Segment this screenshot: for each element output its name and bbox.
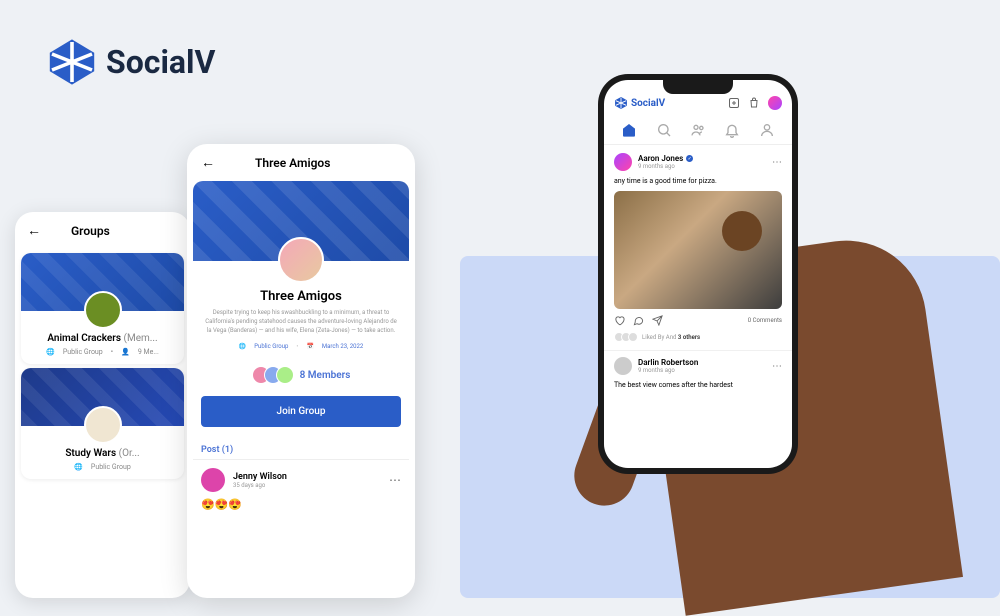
avatar[interactable] [614,153,632,171]
post-image[interactable] [614,191,782,309]
avatar[interactable] [614,357,632,375]
avatar[interactable] [201,468,225,492]
home-icon[interactable] [621,122,637,138]
post-author[interactable]: Aaron Jones [638,154,683,163]
group-description: Despite trying to keep his swashbuckling… [187,304,415,339]
screen-title: Groups [71,224,110,238]
back-icon[interactable]: ← [201,154,215,171]
feed-screen: SocialV A [598,74,798,474]
calendar-icon: 📅 [306,343,313,350]
post-author[interactable]: Darlin Robertson [638,358,698,367]
group-card[interactable]: Study Wars (Or... 🌐 Public Group [21,368,184,479]
avatar[interactable] [768,96,782,110]
member-avatars [252,366,294,384]
group-avatar [84,406,122,444]
group-name: Three Amigos [187,289,415,304]
back-icon[interactable]: ← [27,222,41,239]
reactions[interactable]: 😍😍😍 [201,492,401,517]
join-group-button[interactable]: Join Group [201,396,401,427]
more-icon[interactable]: ⋯ [772,361,782,372]
globe-icon: 🌐 [46,348,55,356]
screen-title: Three Amigos [255,156,330,170]
likes-row[interactable]: Liked By And 3 others [614,332,782,342]
heart-icon[interactable] [614,315,625,326]
send-icon[interactable] [652,315,663,326]
groups-screen: ← Groups Animal Crackers (Mem... 🌐 Publi… [15,212,190,598]
post-text: any time is a good time for pizza. [614,171,782,191]
post-time: 9 months ago [638,163,693,170]
bag-icon[interactable] [748,97,760,109]
more-icon[interactable]: ⋯ [772,157,782,168]
feed-post: Aaron Jones ✓ 9 months ago ⋯ any time is… [604,145,792,350]
plus-square-icon[interactable] [728,97,740,109]
comment-icon[interactable] [633,315,644,326]
post-author[interactable]: Jenny Wilson [233,472,287,482]
logo-icon [48,38,96,86]
post-text: The best view comes after the hardest [614,375,782,395]
group-card[interactable]: Animal Crackers (Mem... 🌐 Public Group •… [21,253,184,364]
brand-name: SocialV [106,43,215,81]
verified-icon: ✓ [686,155,693,162]
app-logo[interactable]: SocialV [614,96,665,110]
brand-logo: SocialV [48,38,215,86]
person-icon[interactable] [759,122,775,138]
post-time: 9 months ago [638,367,698,374]
group-detail-screen: ← Three Amigos Three Amigos Despite tryi… [187,144,415,598]
comments-count[interactable]: 0 Comments [748,317,782,324]
post-time: 35 days ago [233,482,287,489]
users-icon[interactable] [690,122,706,138]
person-icon: 👤 [121,348,130,356]
post-section-label: Post (1) [187,435,415,459]
more-icon[interactable]: ⋯ [389,473,401,487]
tab-bar [604,116,792,145]
members-row[interactable]: 8 Members [187,366,415,384]
globe-icon: 🌐 [239,343,246,350]
group-avatar [278,237,324,283]
globe-icon: 🌐 [74,463,83,471]
group-avatar [84,291,122,329]
feed-post: Darlin Robertson 9 months ago ⋯ The best… [604,350,792,401]
post-card: Jenny Wilson 35 days ago ⋯ 😍😍😍 [193,459,409,525]
search-icon[interactable] [656,122,672,138]
bell-icon[interactable] [724,122,740,138]
